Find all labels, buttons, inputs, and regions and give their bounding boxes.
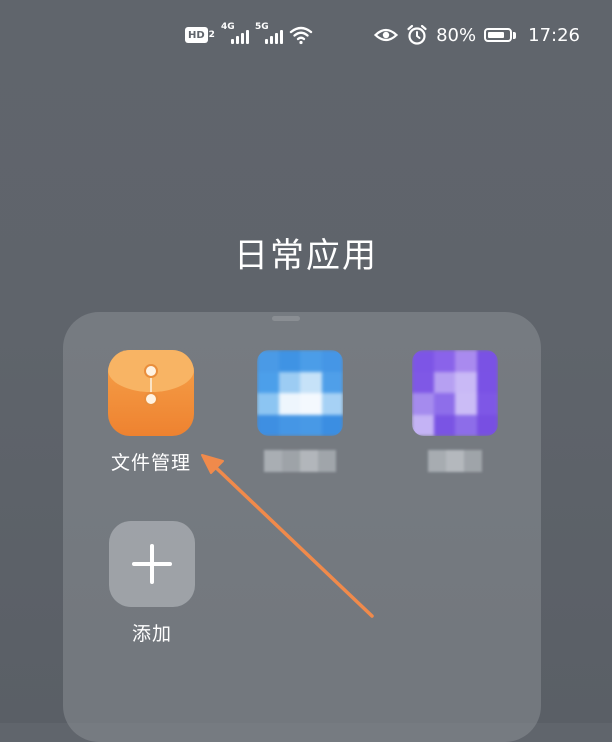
app-add[interactable]: 添加 xyxy=(108,521,196,646)
status-left-group: HD 2 4G 5G xyxy=(185,22,313,48)
app-label-blurred xyxy=(428,450,482,472)
cloud-app-icon[interactable] xyxy=(257,350,343,436)
file-manager-icon[interactable] xyxy=(108,350,194,436)
panel-handle xyxy=(272,316,300,321)
app-purple[interactable] xyxy=(410,350,500,472)
battery-percent: 80% xyxy=(436,24,477,46)
eye-icon xyxy=(374,28,399,42)
battery-fill xyxy=(488,32,505,38)
signal-5g-icon: 5G xyxy=(255,22,283,46)
app-label-add: 添加 xyxy=(131,623,172,645)
status-bar: HD 2 4G 5G 80% 17:26 xyxy=(0,0,612,70)
signal-4g-icon: 4G xyxy=(221,22,249,46)
hd-sub-label: 2 xyxy=(208,30,215,40)
hd-badge-label: HD xyxy=(188,29,205,41)
wifi-icon xyxy=(289,26,313,45)
battery-icon xyxy=(484,28,517,42)
app-file-manager[interactable]: 文件管理 xyxy=(94,350,208,475)
folder-title[interactable]: 日常应用 xyxy=(0,228,612,277)
status-right-group: 80% 17:26 xyxy=(374,20,580,50)
status-time: 17:26 xyxy=(528,24,580,46)
app-label-file-manager: 文件管理 xyxy=(110,452,191,474)
app-label-blurred xyxy=(264,450,336,472)
alarm-icon xyxy=(407,24,427,45)
app-cloud[interactable] xyxy=(255,350,345,472)
purple-app-icon[interactable] xyxy=(412,350,498,436)
hd-icon: HD xyxy=(185,27,208,43)
add-icon[interactable] xyxy=(109,521,195,607)
